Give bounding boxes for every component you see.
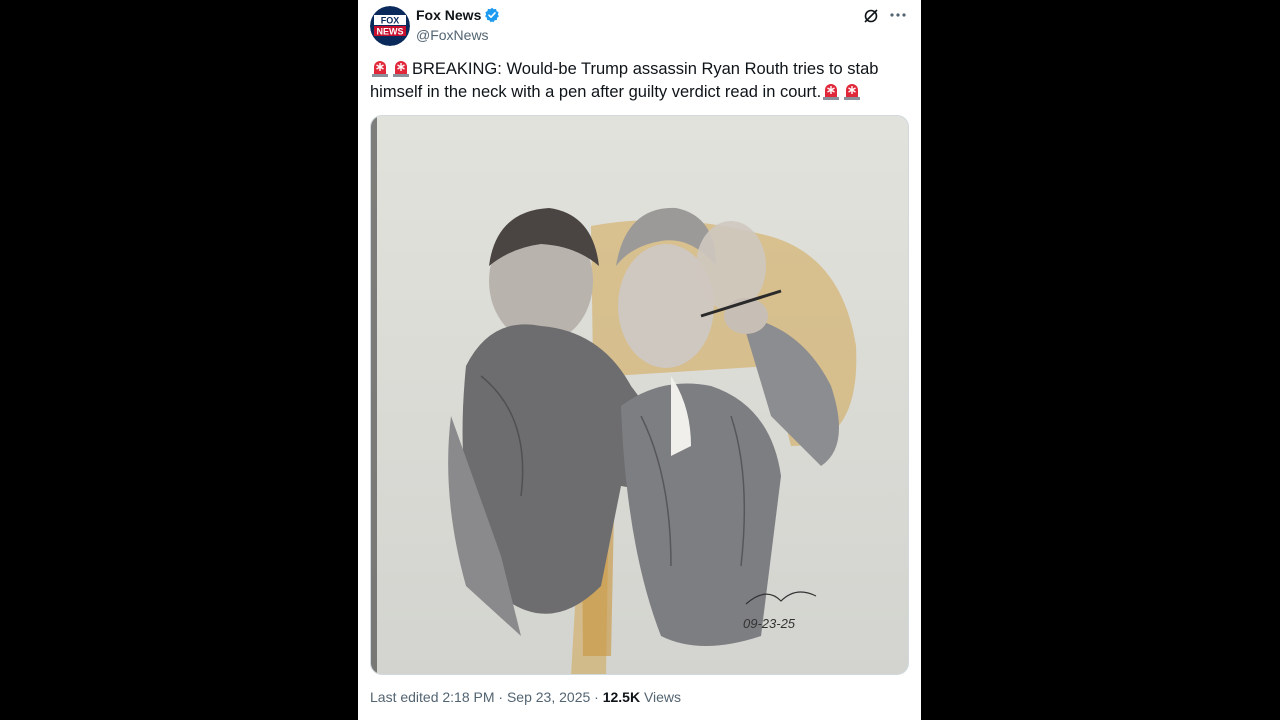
- siren-icon: [370, 59, 390, 77]
- post-media-image[interactable]: 09-23-25: [370, 115, 909, 675]
- post-metadata: Last edited 2:18 PM · Sep 23, 2025 · 12.…: [370, 689, 681, 705]
- views-label: Views: [640, 689, 682, 705]
- account-handle[interactable]: @FoxNews: [416, 27, 489, 43]
- avatar-logo-text-top: FOX: [381, 16, 400, 26]
- sketch-signature-date: 09-23-25: [743, 616, 796, 631]
- post-card: FOX NEWS Fox News @FoxNews BREAKING: Wou…: [358, 0, 921, 720]
- siren-icon: [821, 82, 841, 100]
- courtroom-sketch-illustration: 09-23-25: [371, 116, 908, 674]
- verified-badge-icon: [484, 7, 500, 23]
- siren-icon: [842, 82, 862, 100]
- post-text: BREAKING: Would-be Trump assassin Ryan R…: [370, 58, 900, 104]
- more-options-icon[interactable]: [888, 5, 908, 25]
- account-name[interactable]: Fox News: [416, 7, 481, 23]
- siren-icon: [391, 59, 411, 77]
- avatar-logo-text-bottom: NEWS: [377, 27, 404, 37]
- views-count: 12.5K: [602, 689, 641, 705]
- grok-icon[interactable]: [862, 7, 880, 25]
- post-text-body: BREAKING: Would-be Trump assassin Ryan R…: [370, 60, 879, 101]
- avatar[interactable]: FOX NEWS: [370, 6, 410, 46]
- post-timestamp[interactable]: Last edited 2:18 PM · Sep 23, 2025 ·: [370, 689, 603, 705]
- account-name-row: Fox News: [416, 7, 500, 23]
